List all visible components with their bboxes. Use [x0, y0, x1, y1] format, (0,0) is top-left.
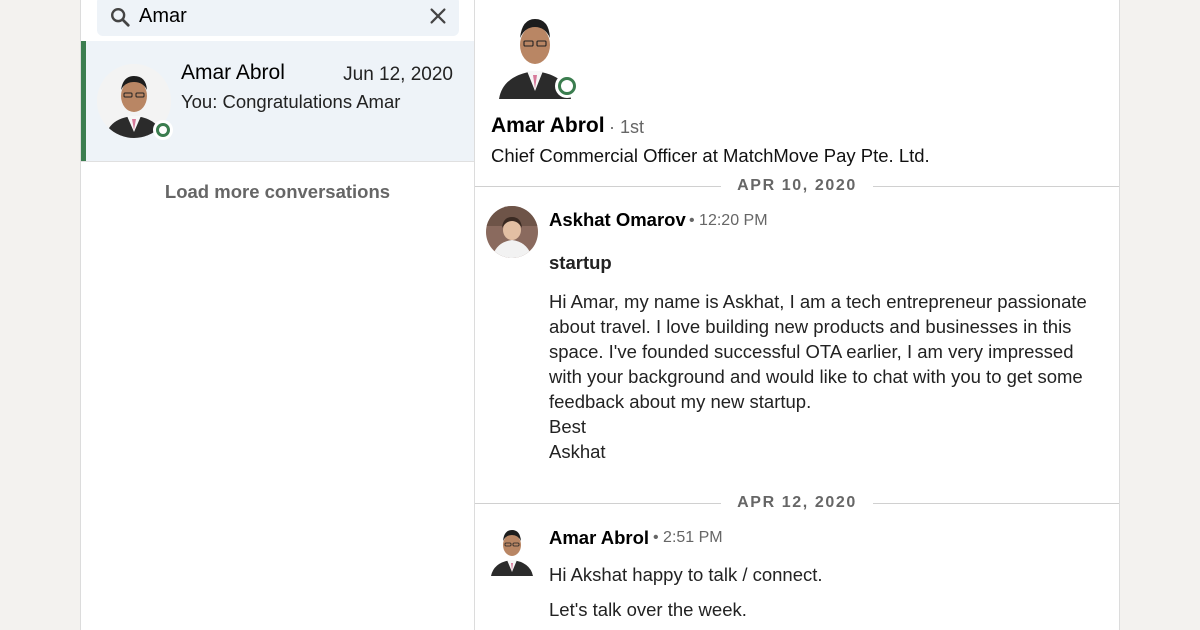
close-icon[interactable] [427, 5, 449, 27]
conversation-date: Jun 12, 2020 [343, 64, 453, 85]
message-subject: startup [549, 252, 612, 273]
person-photo [491, 530, 533, 576]
message-body: Let's talk over the week. [549, 599, 747, 620]
date-divider: APR 10, 2020 [475, 177, 1119, 195]
selected-indicator [81, 41, 86, 161]
conversation-name: Amar Abrol [181, 61, 285, 84]
message-time: • 12:20 PM [689, 212, 768, 229]
message-body: Hi Akshat happy to talk / connect. [549, 564, 823, 585]
search-input[interactable] [139, 2, 419, 30]
message-time: • 2:51 PM [653, 529, 723, 546]
message-thread: Amar Abrol · 1st Chief Commercial Office… [475, 0, 1119, 630]
search-icon[interactable] [109, 6, 131, 28]
sender-avatar[interactable] [489, 522, 535, 576]
conversation-snippet: You: Congratulations Amar [181, 91, 401, 112]
messaging-panel: Amar Abrol Jun 12, 2020 You: Congratulat… [80, 0, 1120, 630]
connection-degree: · 1st [609, 117, 645, 137]
avatar [97, 64, 175, 142]
message-sender[interactable]: Amar Abrol [549, 527, 649, 549]
load-more-button[interactable]: Load more conversations [81, 181, 474, 203]
profile-name[interactable]: Amar Abrol [491, 114, 605, 138]
conversation-item[interactable]: Amar Abrol Jun 12, 2020 You: Congratulat… [81, 41, 474, 162]
search-bar [97, 0, 459, 36]
profile-headline: Chief Commercial Officer at MatchMove Pa… [491, 145, 930, 166]
date-divider: APR 12, 2020 [475, 494, 1119, 512]
message-sender[interactable]: Askhat Omarov [549, 209, 686, 231]
message-body: Hi Amar, my name is Askhat, I am a tech … [549, 291, 1087, 462]
online-status-icon [555, 74, 579, 98]
person-photo [486, 206, 538, 258]
conversation-list: Amar Abrol Jun 12, 2020 You: Congratulat… [81, 0, 475, 630]
profile-avatar[interactable] [495, 3, 581, 99]
sender-avatar[interactable] [486, 206, 540, 260]
online-status-icon [153, 120, 173, 140]
